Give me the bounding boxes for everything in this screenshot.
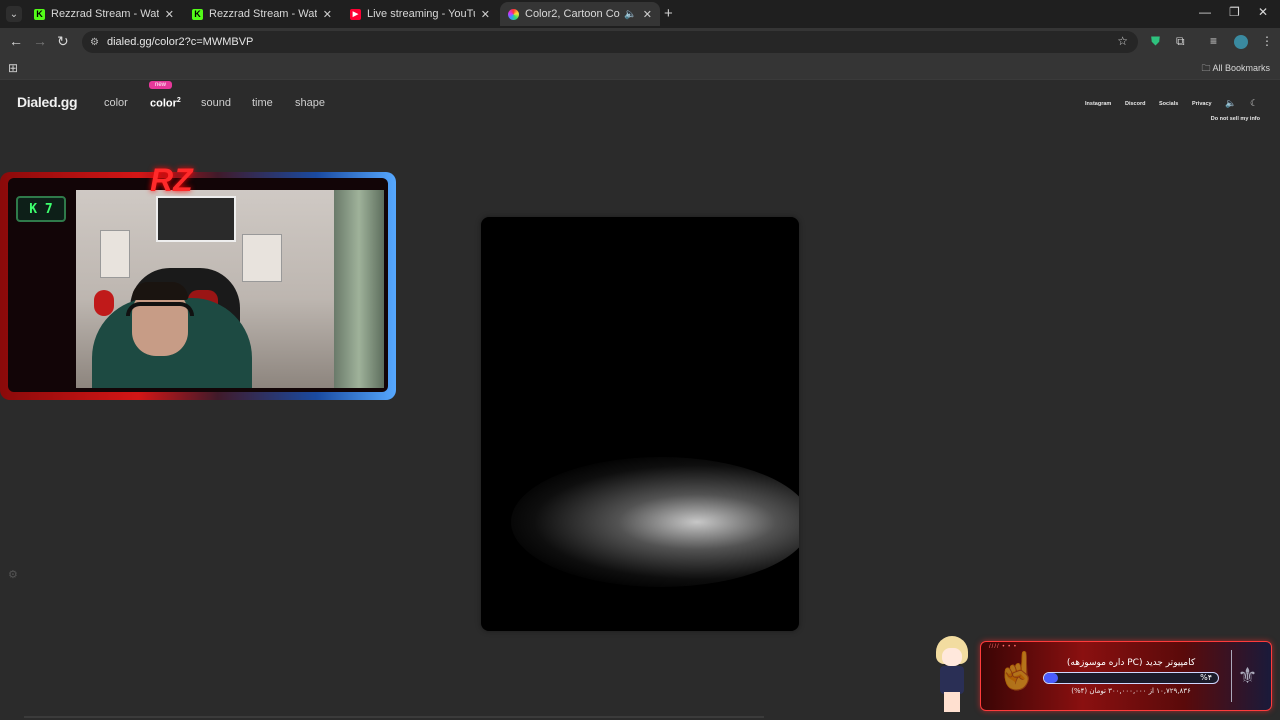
bookmarks-bar: ⊞ 🗀 All Bookmarks: [0, 56, 1280, 80]
forward-icon[interactable]: →: [33, 33, 47, 49]
site-info-icon[interactable]: ⚙: [90, 37, 99, 48]
close-tab-icon[interactable]: ✕: [323, 8, 332, 21]
hand-icon: ☝: [995, 650, 1040, 691]
close-tab-icon[interactable]: ✕: [165, 8, 174, 21]
link-discord[interactable]: Discord: [1125, 101, 1145, 107]
settings-gear-icon[interactable]: ⚙: [8, 568, 18, 581]
browser-toolbar: ← → ↻ ⚙ dialed.gg/color2?c=MWMBVP ☆ ⛊ ⧉ …: [0, 28, 1280, 56]
kick-icon: K: [192, 8, 203, 20]
color-wheel-icon: [508, 8, 519, 20]
new-badge: new: [149, 81, 173, 89]
shield-extension-icon[interactable]: ⛊: [1151, 34, 1160, 49]
anime-mascot: [930, 636, 974, 712]
horizontal-scrollbar[interactable]: [24, 716, 764, 718]
donation-progress-bar: %۴: [1043, 672, 1219, 684]
nav-shape[interactable]: shape: [295, 97, 325, 109]
url-text[interactable]: dialed.gg/color2?c=MWMBVP: [107, 36, 253, 48]
sound-toggle-icon[interactable]: 🔈: [1225, 98, 1236, 109]
extensions-icon[interactable]: ⧉: [1176, 34, 1185, 49]
link-privacy[interactable]: Privacy: [1192, 101, 1212, 107]
new-tab-button[interactable]: +: [664, 5, 673, 22]
wings-emblem-icon: ⚜: [1231, 650, 1263, 702]
restore-icon[interactable]: ❐: [1229, 5, 1240, 19]
headset: [126, 302, 194, 316]
close-tab-icon[interactable]: ✕: [643, 8, 652, 21]
tab-color2[interactable]: Color2, Cartoon Color Guessing 🔈 ✕: [500, 2, 660, 26]
tab-youtube-studio[interactable]: ▶ Live streaming - YouTube Studio ✕: [342, 2, 498, 26]
do-not-sell-link[interactable]: Do not sell my info: [1211, 116, 1260, 122]
close-window-icon[interactable]: ✕: [1258, 5, 1268, 19]
media-control-icon[interactable]: ≡: [1210, 34, 1217, 48]
tab-search-button[interactable]: ⌄: [6, 6, 22, 22]
light-glow: [511, 457, 799, 587]
kick-icon: K: [34, 8, 45, 20]
tab-rezzrad-2[interactable]: K Rezzrad Stream - Watch Live on ✕: [184, 2, 340, 26]
speaker-icon[interactable]: 🔈: [624, 9, 636, 20]
nav-sound[interactable]: sound: [201, 97, 231, 109]
dark-mode-icon[interactable]: ☾: [1250, 98, 1258, 109]
wall-poster: [156, 196, 236, 242]
tab-strip: ⌄ K Rezzrad Stream - Watch Live on ✕ K R…: [0, 0, 1280, 28]
profile-avatar[interactable]: [1234, 35, 1248, 49]
rz-logo: RZ: [150, 162, 193, 198]
stream-webcam-overlay: RZ K 7: [0, 162, 396, 400]
menu-icon[interactable]: ⋮: [1261, 34, 1273, 48]
tab-rezzrad-1[interactable]: K Rezzrad Stream - Watch Live on ✕: [26, 2, 182, 26]
donation-percent: %۴: [1200, 673, 1212, 682]
donation-title: کامپیوتر جدید (PC داره موسوزهه): [1066, 658, 1196, 668]
minimize-icon[interactable]: —: [1199, 5, 1211, 19]
folder-icon: 🗀: [1201, 63, 1211, 73]
chevron-down-icon: ⌄: [9, 8, 19, 20]
reload-icon[interactable]: ↻: [57, 33, 69, 50]
bookmark-star-icon[interactable]: ☆: [1117, 34, 1128, 48]
link-instagram[interactable]: Instagram: [1085, 101, 1111, 107]
youtube-icon: ▶: [350, 8, 361, 20]
link-socials[interactable]: Socials: [1159, 101, 1178, 107]
webcam-feed: [76, 190, 384, 388]
nav-color2[interactable]: color2: [150, 97, 181, 110]
donation-amount: ۱۰,۷۲۹,۸۳۶ از ۳۰۰,۰۰۰,۰۰۰ تومان (۴%): [1071, 687, 1191, 695]
color-preview-card[interactable]: [481, 217, 799, 631]
donation-goal-widget: //// • • • ☝ کامپیوتر جدید (PC داره موسو…: [980, 641, 1272, 711]
counter-badge: K 7: [16, 196, 66, 222]
all-bookmarks-button[interactable]: 🗀 All Bookmarks: [1201, 61, 1270, 77]
back-icon[interactable]: ←: [9, 33, 23, 49]
close-tab-icon[interactable]: ✕: [481, 8, 490, 21]
address-bar[interactable]: ⚙ dialed.gg/color2?c=MWMBVP ☆: [82, 31, 1138, 53]
nav-color[interactable]: color: [104, 97, 128, 109]
site-logo[interactable]: Dialed.gg: [17, 94, 78, 110]
nav-time[interactable]: time: [252, 97, 273, 109]
donation-progress-fill: [1044, 673, 1058, 683]
apps-grid-icon[interactable]: ⊞: [8, 61, 18, 75]
